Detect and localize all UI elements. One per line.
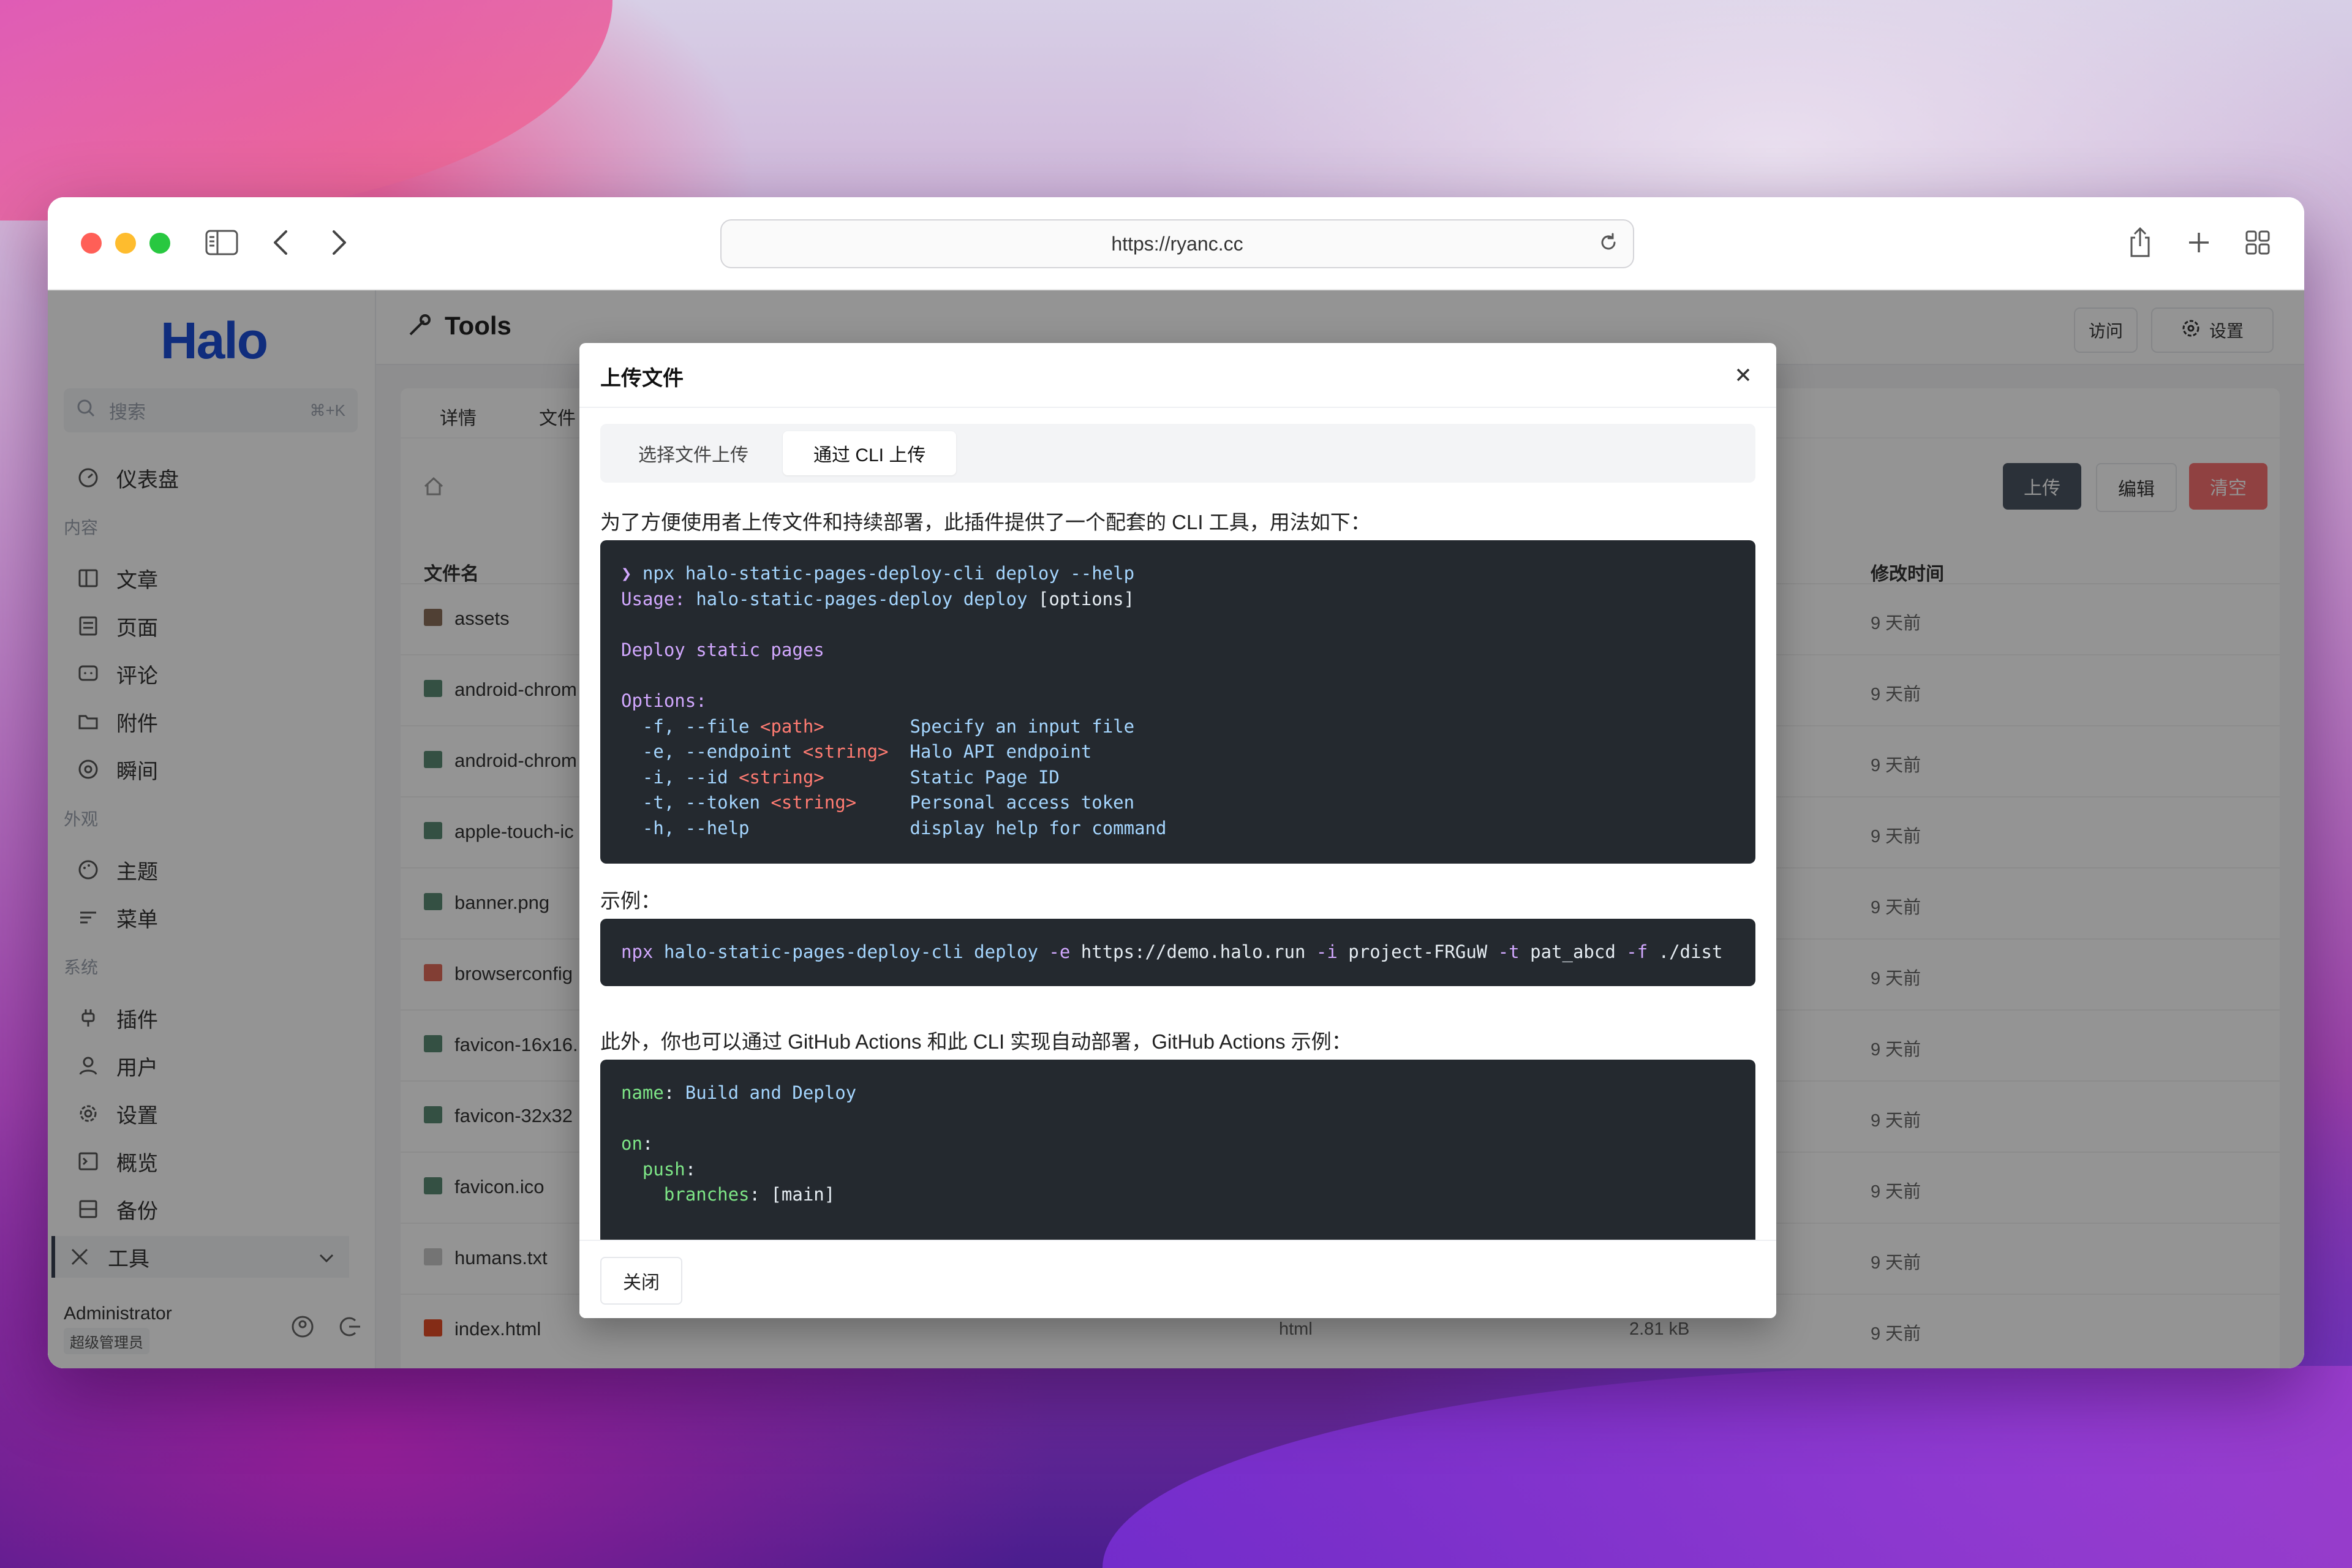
wallpaper-shape — [1102, 1366, 2352, 1568]
code-padding — [824, 716, 910, 737]
cli-example-code-block: npx halo-static-pages-deploy-cli deploy … — [600, 919, 1755, 986]
url-text: https://ryanc.cc — [1111, 232, 1243, 255]
option-flag: -f, --file — [621, 715, 760, 737]
code-padding — [889, 741, 910, 762]
option-arg: <string> — [739, 766, 824, 788]
close-icon[interactable] — [1727, 359, 1759, 391]
code-token: -i — [1316, 941, 1349, 962]
option-desc: Personal access token — [910, 792, 1135, 813]
code-token: https://demo.halo.run — [1080, 941, 1316, 962]
forward-icon[interactable] — [321, 224, 358, 261]
dialog-footer: 关闭 — [579, 1240, 1776, 1318]
code-padding — [856, 792, 910, 813]
close-window-button[interactable] — [81, 233, 102, 254]
code-token: pat_abcd — [1530, 941, 1627, 962]
dialog-title: 上传文件 — [600, 367, 684, 390]
cli-intro-text: 为了方便使用者上传文件和持续部署，此插件提供了一个配套的 CLI 工具，用法如下… — [600, 511, 1371, 533]
option-flag: -t, --token — [621, 792, 771, 813]
code-padding — [750, 818, 910, 839]
option-desc: display help for command — [910, 817, 1167, 839]
option-arg: <string> — [771, 792, 857, 813]
code-line: Deploy static pages — [621, 639, 824, 660]
close-button[interactable]: 关闭 — [600, 1257, 682, 1305]
code-line: Options: — [621, 690, 707, 711]
sidebar-toggle-icon[interactable] — [203, 224, 240, 261]
prompt-symbol: ❯ — [621, 563, 643, 584]
code-token: ./dist — [1658, 941, 1723, 962]
yaml-key: name — [621, 1082, 664, 1103]
new-tab-icon[interactable] — [2180, 224, 2217, 261]
reload-icon[interactable] — [1597, 232, 1619, 254]
tab-cli-upload[interactable]: 通过 CLI 上传 — [783, 431, 957, 475]
yaml-value: [main] — [771, 1184, 835, 1205]
maximize-window-button[interactable] — [149, 233, 170, 254]
share-icon[interactable] — [2122, 224, 2158, 261]
code-token: halo-static-pages-deploy deploy — [696, 588, 1038, 609]
code-token: -f — [1626, 941, 1659, 962]
tab-overview-icon[interactable] — [2239, 224, 2276, 261]
option-flag: -e, --endpoint — [621, 741, 803, 763]
address-bar[interactable]: https://ryanc.cc — [720, 219, 1634, 268]
dialog-header: 上传文件 — [579, 343, 1776, 408]
option-desc: Static Page ID — [910, 766, 1060, 788]
dialog-body: 为了方便使用者上传文件和持续部署，此插件提供了一个配套的 CLI 工具，用法如下… — [600, 485, 1755, 1318]
upload-method-tabs: 选择文件上传 通过 CLI 上传 — [600, 424, 1755, 483]
option-flag: -h, --help — [621, 817, 750, 839]
minimize-window-button[interactable] — [115, 233, 136, 254]
actions-intro-text: 此外，你也可以通过 GitHub Actions 和此 CLI 实现自动部署，G… — [600, 1030, 1352, 1053]
code-token: [options] — [1038, 588, 1135, 609]
cli-help-code-block: ❯ npx halo-static-pages-deploy-cli deplo… — [600, 540, 1755, 864]
yaml-key: push — [621, 1158, 685, 1180]
yaml-value: Build and Deploy — [685, 1082, 857, 1103]
code-token: -t — [1498, 941, 1531, 962]
browser-toolbar: https://ryanc.cc — [48, 197, 2304, 290]
code-token: Usage: — [621, 588, 696, 609]
code-token: npx — [621, 941, 664, 962]
option-desc: Specify an input file — [910, 715, 1135, 737]
code-token: -e — [1049, 941, 1081, 962]
yaml-key: branches — [621, 1184, 750, 1205]
code-token: project-FRGuW — [1348, 941, 1498, 962]
wallpaper-shape — [0, 0, 612, 221]
option-desc: Halo API endpoint — [910, 741, 1092, 763]
option-arg: <path> — [760, 715, 824, 737]
code-padding — [824, 767, 910, 788]
code-line: npx halo-static-pages-deploy-cli deploy … — [642, 563, 1135, 584]
tab-select-file[interactable]: 选择文件上传 — [608, 431, 779, 475]
code-token: halo-static-pages-deploy-cli deploy — [663, 941, 1049, 962]
option-flag: -i, --id — [621, 766, 739, 788]
example-label: 示例： — [600, 889, 661, 912]
upload-file-dialog: 上传文件 选择文件上传 通过 CLI 上传 为了方便使用者上传文件和持续部署，此… — [579, 343, 1776, 1318]
back-icon[interactable] — [262, 224, 299, 261]
yaml-key: on — [621, 1133, 643, 1155]
option-arg: <string> — [802, 741, 889, 763]
